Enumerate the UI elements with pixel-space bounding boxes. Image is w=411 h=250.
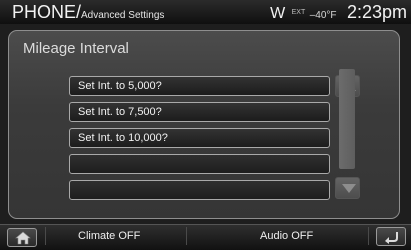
- divider: [186, 227, 187, 245]
- title-subtitle: Advanced Settings: [81, 10, 165, 21]
- scrollbar-track[interactable]: [339, 69, 355, 169]
- climate-button[interactable]: Climate OFF: [78, 230, 140, 242]
- status-bar: PHONE/Advanced Settings W EXT –40°F 2:23…: [0, 0, 411, 24]
- panel-heading: Mileage Interval: [23, 40, 129, 57]
- clock: 2:23pm: [346, 2, 407, 22]
- status-area: W EXT –40°F 2:23pm: [270, 2, 407, 23]
- option-empty-2: [69, 180, 330, 200]
- bottom-bar: [0, 224, 411, 250]
- page-title: PHONE/Advanced Settings: [12, 2, 164, 23]
- option-set-5000[interactable]: Set Int. to 5,000?: [69, 76, 330, 96]
- signal-icon: W: [270, 5, 286, 22]
- outside-temperature: –40°F: [309, 10, 337, 21]
- back-arrow-icon: [385, 232, 398, 244]
- option-label: Set Int. to 5,000?: [78, 80, 162, 92]
- option-label: Set Int. to 7,500?: [78, 106, 162, 118]
- screen: PHONE/Advanced Settings W EXT –40°F 2:23…: [0, 0, 411, 250]
- back-button[interactable]: [376, 227, 406, 246]
- option-set-10000[interactable]: Set Int. to 10,000?: [69, 128, 330, 148]
- triangle-down-icon: [342, 184, 356, 193]
- option-set-7500[interactable]: Set Int. to 7,500?: [69, 102, 330, 122]
- divider: [45, 227, 46, 245]
- audio-button[interactable]: Audio OFF: [260, 230, 313, 242]
- home-icon: [15, 231, 31, 245]
- ext-label: EXT: [291, 9, 306, 16]
- divider: [368, 227, 369, 245]
- scroll-down-button[interactable]: [335, 177, 360, 199]
- option-label: Set Int. to 10,000?: [78, 132, 168, 144]
- option-empty-1: [69, 154, 330, 174]
- title-main: PHONE/: [12, 2, 82, 22]
- home-button[interactable]: [7, 228, 37, 247]
